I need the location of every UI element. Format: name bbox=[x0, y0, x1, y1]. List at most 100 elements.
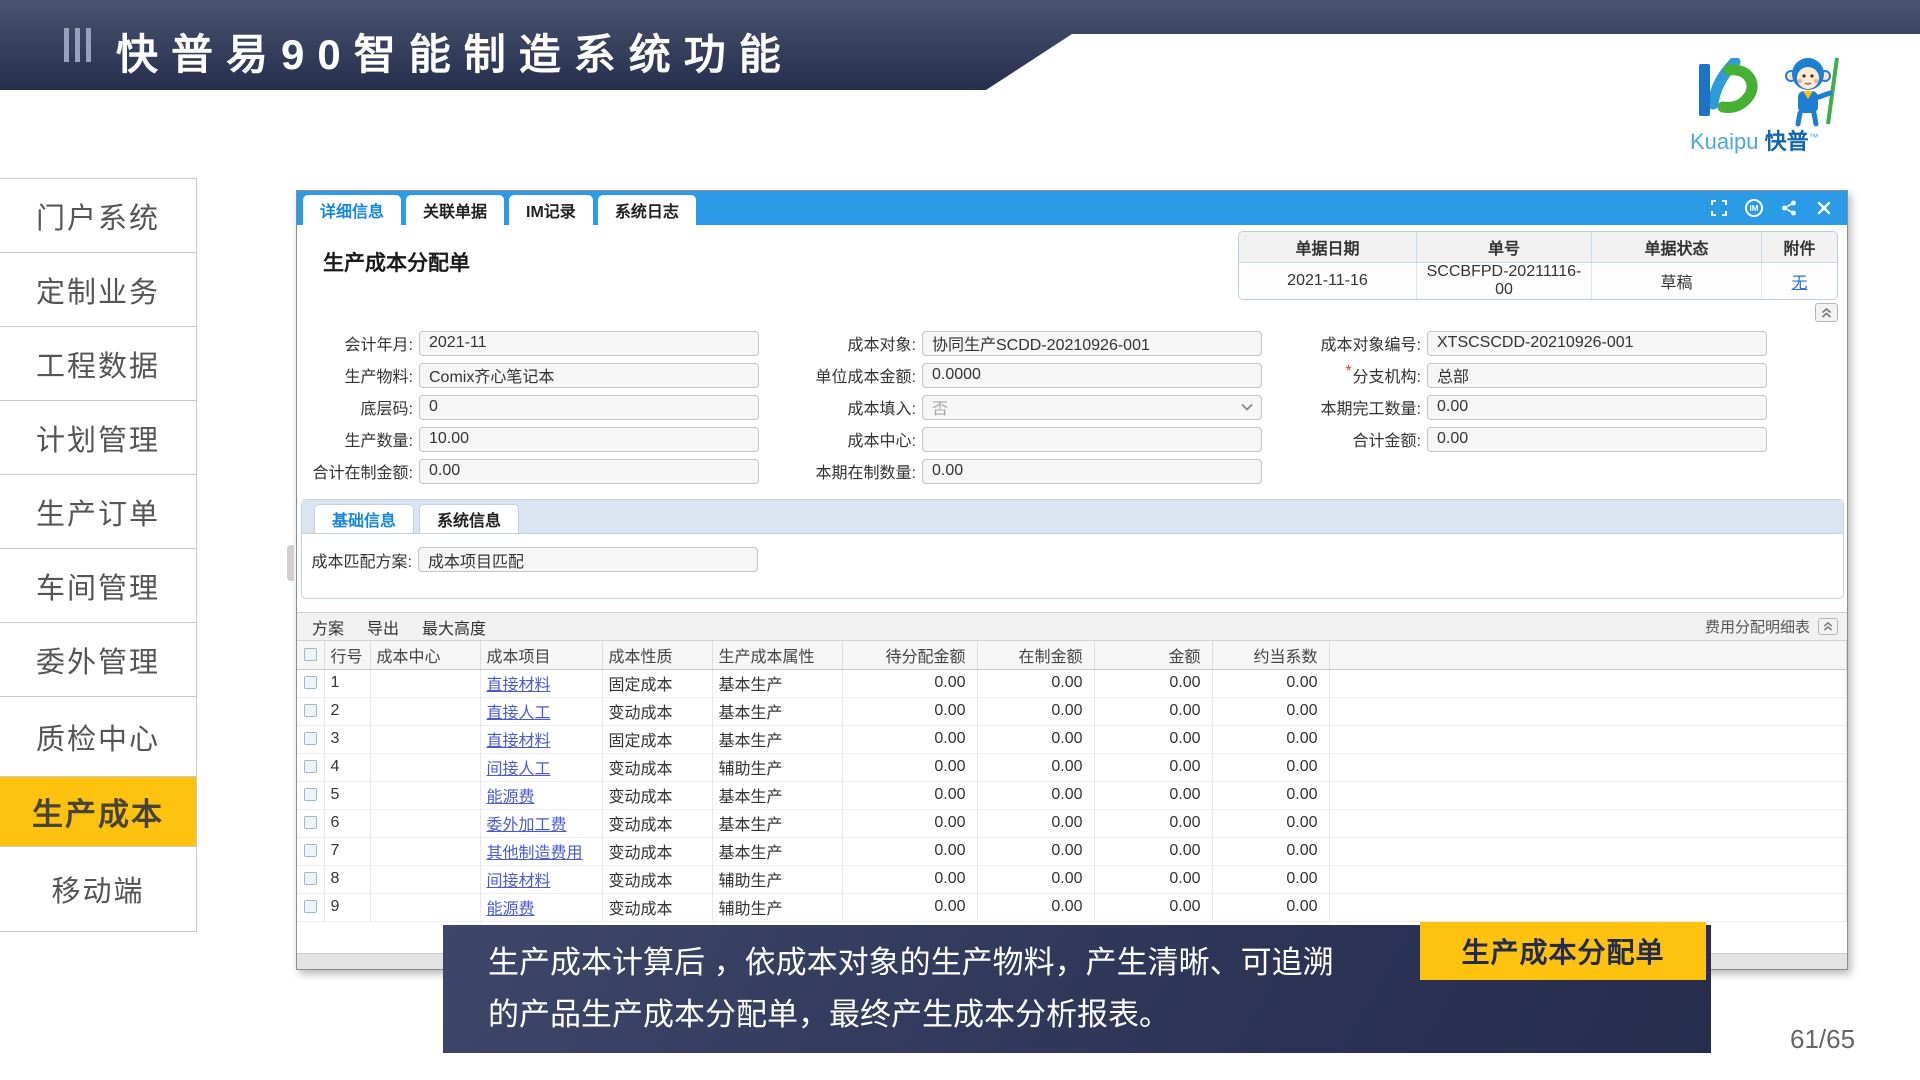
field-label: 成本对象编号: bbox=[1301, 331, 1427, 355]
cell-cost-attr: 基本生产 bbox=[712, 781, 842, 809]
total-wip-amount-field[interactable] bbox=[419, 459, 759, 484]
toolbar-plan-button[interactable]: 方案 bbox=[312, 615, 344, 639]
cell-wip: 0.00 bbox=[977, 697, 1094, 725]
cell-pending: 0.00 bbox=[842, 697, 977, 725]
branch-org-field[interactable] bbox=[1427, 363, 1767, 388]
field-label: 成本匹配方案: bbox=[302, 548, 418, 572]
cost-center-field[interactable] bbox=[922, 427, 1262, 452]
cell-cost-nature: 变动成本 bbox=[602, 753, 712, 781]
row-checkbox[interactable] bbox=[304, 704, 317, 717]
field-label: 合计金额: bbox=[1301, 427, 1427, 451]
row-checkbox[interactable] bbox=[304, 676, 317, 689]
cost-object-code-field[interactable] bbox=[1427, 331, 1767, 356]
field-label: 成本中心: bbox=[796, 427, 922, 451]
period-wip-qty-field[interactable] bbox=[922, 459, 1262, 484]
col-header-pending-amount[interactable]: 待分配金额 bbox=[842, 641, 977, 669]
attachment-link[interactable]: 无 bbox=[1791, 275, 1807, 292]
header-collapse-button[interactable] bbox=[1815, 303, 1838, 322]
col-header-cost-nature[interactable]: 成本性质 bbox=[602, 641, 712, 669]
sidebar-item-mobile[interactable]: 移动端 bbox=[0, 847, 197, 932]
grid-toolbar: 方案 导出 最大高度 费用分配明细表 bbox=[297, 612, 1847, 641]
panel-collapse-handle[interactable] bbox=[287, 545, 294, 581]
sidebar-item-portal[interactable]: 门户系统 bbox=[0, 179, 197, 253]
im-icon[interactable]: IM bbox=[1745, 199, 1763, 217]
row-checkbox[interactable] bbox=[304, 816, 317, 829]
unit-cost-amount-field[interactable] bbox=[922, 363, 1262, 388]
col-header-cost-center[interactable]: 成本中心 bbox=[370, 641, 480, 669]
cost-item-link[interactable]: 间接材料 bbox=[487, 873, 551, 890]
field-label: 生产数量: bbox=[305, 427, 419, 451]
production-material-field[interactable] bbox=[419, 363, 759, 388]
col-header-cost-item[interactable]: 成本项目 bbox=[480, 641, 602, 669]
total-amount-field[interactable] bbox=[1427, 427, 1767, 452]
cell-cost-nature: 变动成本 bbox=[602, 697, 712, 725]
cost-item-link[interactable]: 直接材料 bbox=[487, 733, 551, 750]
col-header-equiv-coeff[interactable]: 约当系数 bbox=[1212, 641, 1329, 669]
select-all-checkbox[interactable] bbox=[304, 648, 317, 661]
cost-item-link[interactable]: 其他制造费用 bbox=[487, 845, 583, 862]
cost-item-link[interactable]: 间接人工 bbox=[487, 761, 551, 778]
low-level-code-field[interactable] bbox=[419, 395, 759, 420]
subtab-system-info[interactable]: 系统信息 bbox=[419, 504, 519, 533]
sidebar-item-qc[interactable]: 质检中心 bbox=[0, 697, 197, 777]
cell-pending: 0.00 bbox=[842, 725, 977, 753]
production-qty-field[interactable] bbox=[419, 427, 759, 452]
cell-amount: 0.00 bbox=[1094, 725, 1212, 753]
sidebar-item-prod-cost[interactable]: 生产成本 bbox=[0, 777, 197, 847]
row-checkbox[interactable] bbox=[304, 760, 317, 773]
col-header-row-no[interactable]: 行号 bbox=[324, 641, 370, 669]
cost-item-link[interactable]: 直接材料 bbox=[487, 677, 551, 694]
cost-match-plan-field[interactable] bbox=[418, 547, 758, 572]
cell-cost-nature: 固定成本 bbox=[602, 725, 712, 753]
cell-cost-center bbox=[370, 669, 480, 697]
sidebar-item-custom[interactable]: 定制业务 bbox=[0, 253, 197, 327]
cell-row-no: 8 bbox=[324, 865, 370, 893]
cost-item-link[interactable]: 能源费 bbox=[487, 901, 535, 918]
toolbar-max-height-button[interactable]: 最大高度 bbox=[422, 615, 486, 639]
sidebar-item-prod-order[interactable]: 生产订单 bbox=[0, 475, 197, 549]
cell-wip: 0.00 bbox=[977, 809, 1094, 837]
table-row: 4 间接人工 变动成本 辅助生产 0.00 0.00 0.00 0.00 bbox=[297, 753, 1847, 781]
cell-cost-attr: 基本生产 bbox=[712, 725, 842, 753]
subtab-basic-info[interactable]: 基础信息 bbox=[314, 504, 414, 533]
cell-cost-attr: 基本生产 bbox=[712, 697, 842, 725]
fullscreen-icon[interactable] bbox=[1710, 199, 1728, 217]
form-title: 生产成本分配单 bbox=[323, 247, 470, 277]
share-icon[interactable] bbox=[1780, 199, 1798, 217]
form-column-1: 会计年月: 生产物料: 底层码: 生产数量: 合计在制金额: bbox=[305, 331, 759, 483]
cost-fill-select[interactable] bbox=[922, 395, 1262, 420]
cost-object-field[interactable] bbox=[922, 331, 1262, 356]
cost-item-link[interactable]: 直接人工 bbox=[487, 705, 551, 722]
doc-number: SCCBFPD-20211116-00 bbox=[1417, 263, 1592, 299]
sidebar-item-outsourcing[interactable]: 委外管理 bbox=[0, 623, 197, 697]
row-checkbox[interactable] bbox=[304, 872, 317, 885]
cell-cost-center bbox=[370, 697, 480, 725]
grid-collapse-button[interactable] bbox=[1818, 618, 1838, 635]
row-checkbox[interactable] bbox=[304, 844, 317, 857]
accounting-period-field[interactable] bbox=[419, 331, 759, 356]
period-finished-qty-field[interactable] bbox=[1427, 395, 1767, 420]
col-header-amount[interactable]: 金额 bbox=[1094, 641, 1212, 669]
doc-attach-header: 附件 bbox=[1762, 232, 1837, 263]
cell-cost-attr: 基本生产 bbox=[712, 809, 842, 837]
row-checkbox[interactable] bbox=[304, 788, 317, 801]
cell-cost-center bbox=[370, 837, 480, 865]
sidebar-item-planning[interactable]: 计划管理 bbox=[0, 401, 197, 475]
tab-detail-info[interactable]: 详细信息 bbox=[303, 195, 401, 225]
row-checkbox[interactable] bbox=[304, 732, 317, 745]
cell-cost-center bbox=[370, 893, 480, 921]
tab-system-log[interactable]: 系统日志 bbox=[598, 195, 696, 225]
row-checkbox[interactable] bbox=[304, 900, 317, 913]
doc-date-header: 单据日期 bbox=[1239, 232, 1417, 263]
cost-item-link[interactable]: 能源费 bbox=[487, 789, 535, 806]
close-icon[interactable] bbox=[1815, 199, 1833, 217]
cost-item-link[interactable]: 委外加工费 bbox=[487, 817, 567, 834]
sidebar-item-workshop[interactable]: 车间管理 bbox=[0, 549, 197, 623]
tab-im-record[interactable]: IM记录 bbox=[509, 195, 593, 225]
sidebar-item-engineering[interactable]: 工程数据 bbox=[0, 327, 197, 401]
tab-related-docs[interactable]: 关联单据 bbox=[406, 195, 504, 225]
col-header-cost-attr[interactable]: 生产成本属性 bbox=[712, 641, 842, 669]
col-header-wip-amount[interactable]: 在制金额 bbox=[977, 641, 1094, 669]
toolbar-export-button[interactable]: 导出 bbox=[367, 615, 399, 639]
table-row: 9 能源费 变动成本 辅助生产 0.00 0.00 0.00 0.00 bbox=[297, 893, 1847, 921]
